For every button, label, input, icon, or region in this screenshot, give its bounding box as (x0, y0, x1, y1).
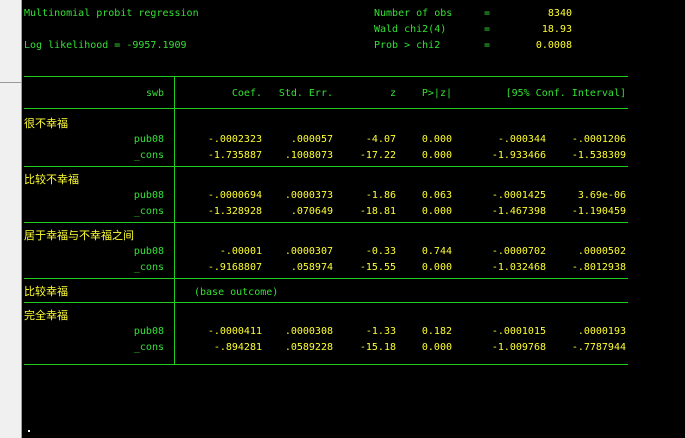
coef-cell-hi: -.8012938 (571, 262, 626, 273)
coef-cell-lo: -1.933466 (491, 150, 546, 161)
stat-value-nobs: 8340 (547, 8, 572, 19)
stat-eq-nobs: = (484, 8, 491, 19)
coef-cell-lo: -1.032468 (491, 262, 546, 273)
stat-eq-prob: = (484, 40, 491, 51)
variable-name: pub08 (133, 134, 164, 145)
coef-cell-p: 0.000 (421, 134, 452, 145)
group-separator-rule (24, 222, 628, 223)
coef-cell-p: 0.000 (421, 206, 452, 217)
group-separator-rule (24, 278, 628, 279)
coef-cell-coef: -.00001 (219, 246, 262, 257)
stat-label-prob: Prob > chi2 (374, 40, 441, 51)
model-title: Multinomial probit regression (24, 8, 199, 19)
table-bottom-rule (24, 364, 628, 365)
coef-cell-lo: -.000344 (497, 134, 546, 145)
stat-eq-wald: = (484, 24, 491, 35)
equation-label: 比较不幸福 (24, 173, 79, 186)
coef-cell-coef: -1.328928 (207, 206, 262, 217)
stat-value-prob: 0.0008 (535, 40, 572, 51)
depvar-label: swb (145, 88, 164, 99)
table-top-rule (24, 76, 628, 77)
coef-cell-hi: .0000502 (577, 246, 626, 257)
coef-cell-hi: 3.69e-06 (577, 190, 626, 201)
variable-name: pub08 (133, 246, 164, 257)
coef-cell-hi: -.0001206 (571, 134, 626, 145)
stat-value-wald: 18.93 (541, 24, 572, 35)
coef-cell-coef: -.0002323 (207, 134, 262, 145)
coef-cell-coef: -1.735887 (207, 150, 262, 161)
text-cursor (28, 430, 30, 432)
table-vertical-rule (174, 76, 175, 364)
column-header: Coef. (231, 88, 262, 99)
equation-label: 比较幸福 (24, 285, 68, 298)
coef-cell-lo: -1.009768 (491, 342, 546, 353)
variable-name: pub08 (133, 326, 164, 337)
coef-cell-coef: -.0000694 (207, 190, 262, 201)
strip-divider (0, 82, 21, 83)
equation-label: 居于幸福与不幸福之间 (24, 229, 134, 242)
base-outcome-note: (base outcome) (194, 287, 279, 298)
coef-cell-lo: -1.467398 (491, 206, 546, 217)
variable-name: _cons (133, 342, 164, 353)
coef-cell-lo: -.0000702 (491, 246, 546, 257)
equation-label: 很不幸福 (24, 117, 68, 130)
left-window-strip (0, 0, 22, 438)
variable-name: _cons (133, 206, 164, 217)
coef-cell-hi: -.7787944 (571, 342, 626, 353)
coef-cell-hi: -1.538309 (571, 150, 626, 161)
coef-cell-p: 0.000 (421, 150, 452, 161)
coef-cell-p: 0.000 (421, 342, 452, 353)
variable-name: _cons (133, 150, 164, 161)
variable-name: _cons (133, 262, 164, 273)
coef-cell-lo: -.0001015 (491, 326, 546, 337)
group-separator-rule (24, 166, 628, 167)
results-output-pane[interactable]: Multinomial probit regression Log likeli… (22, 0, 685, 438)
coef-cell-p: 0.182 (421, 326, 452, 337)
coef-cell-p: 0.000 (421, 262, 452, 273)
coef-cell-p: 0.063 (421, 190, 452, 201)
coef-cell-coef: -.0000411 (207, 326, 262, 337)
log-likelihood: Log likelihood = -9957.1909 (24, 40, 187, 51)
column-header: P>|z| (421, 88, 452, 99)
coef-cell-hi: -1.190459 (571, 206, 626, 217)
variable-name: pub08 (133, 190, 164, 201)
coef-cell-coef: -.9168807 (207, 262, 262, 273)
coef-cell-p: 0.744 (421, 246, 452, 257)
coef-cell-coef: -.894281 (213, 342, 262, 353)
group-separator-rule (24, 302, 628, 303)
column-header: Std. Err. (278, 88, 333, 99)
table-header-rule (24, 108, 628, 109)
stat-label-wald: Wald chi2(4) (374, 24, 447, 35)
coef-cell-lo: -.0001425 (491, 190, 546, 201)
equation-label: 完全幸福 (24, 309, 68, 322)
stat-label-nobs: Number of obs (374, 8, 453, 19)
column-header: [95% Conf. Interval] (505, 88, 626, 99)
coef-cell-hi: .0000193 (577, 326, 626, 337)
